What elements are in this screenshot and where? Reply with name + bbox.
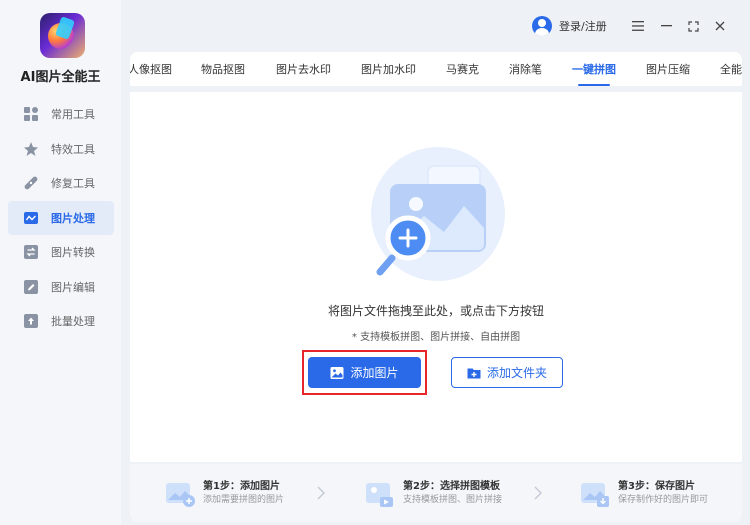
step-title: 第2步：选择拼图模板 <box>403 481 500 492</box>
step-desc: 添加需要拼图的图片 <box>203 495 285 505</box>
sidebar-item-label: 常用工具 <box>51 108 95 122</box>
sidebar: AI图片全能王 常用工具 特效工具 修复工具 图片处理 图片转换 图片编辑 批量… <box>0 0 121 525</box>
add-image-step-icon <box>165 480 195 508</box>
maximize-icon[interactable] <box>685 18 701 34</box>
sidebar-item-image-edit[interactable]: 图片编辑 <box>8 270 114 305</box>
image-wave-icon <box>24 211 38 225</box>
edit-icon <box>24 279 38 294</box>
grid-icon <box>24 107 38 122</box>
add-image-label: 添加图片 <box>350 366 399 380</box>
tab-remove-watermark[interactable]: 图片去水印 <box>276 61 331 77</box>
tab-one-click-collage[interactable]: 一键拼图 <box>572 61 616 86</box>
upload-area[interactable]: 将图片文件拖拽至此处，或点击下方按钮 * 支持模板拼图、图片拼接、自由拼图 添加… <box>130 92 742 462</box>
add-image-button[interactable]: 添加图片 <box>308 357 421 388</box>
convert-icon <box>24 245 38 260</box>
tool-tabs: 人像抠图 物品抠图 图片去水印 图片加水印 马赛克 消除笔 一键拼图 图片压缩 … <box>130 52 742 86</box>
tab-all-in-one[interactable]: 全能 <box>720 61 742 77</box>
tab-add-watermark[interactable]: 图片加水印 <box>361 61 416 77</box>
sidebar-item-batch-processing[interactable]: 批量处理 <box>8 304 114 339</box>
app-title: AI图片全能王 <box>20 70 101 85</box>
close-icon[interactable] <box>712 18 728 34</box>
step-2: 第2步：选择拼图模板 支持模板拼图、图片拼接 <box>365 480 502 508</box>
avatar <box>532 16 552 36</box>
sidebar-item-image-convert[interactable]: 图片转换 <box>8 235 114 270</box>
save-image-step-icon <box>580 480 610 508</box>
add-image-illustration <box>368 144 508 284</box>
sidebar-nav: 常用工具 特效工具 修复工具 图片处理 图片转换 图片编辑 批量处理 <box>8 97 114 339</box>
sidebar-item-label: 特效工具 <box>51 142 95 156</box>
sidebar-item-label: 图片转换 <box>51 246 95 260</box>
tab-portrait-cutout[interactable]: 人像抠图 <box>130 61 172 77</box>
chevron-right-icon <box>533 486 543 500</box>
tab-eraser-pen[interactable]: 消除笔 <box>509 61 542 77</box>
step-title: 第1步：添加图片 <box>203 481 280 492</box>
image-icon <box>330 366 344 380</box>
login-label: 登录/注册 <box>559 20 607 33</box>
menu-icon[interactable] <box>630 18 646 34</box>
drop-hint: 将图片文件拖拽至此处，或点击下方按钮 <box>327 304 544 318</box>
steps-bar: 第1步：添加图片 添加需要拼图的图片 第2步：选择拼图模板 支持模板拼图、图片拼… <box>130 464 742 522</box>
tab-image-compress[interactable]: 图片压缩 <box>646 61 690 77</box>
tab-object-cutout[interactable]: 物品抠图 <box>201 61 245 77</box>
template-step-icon <box>365 480 395 508</box>
sidebar-item-label: 图片处理 <box>51 211 95 225</box>
sidebar-item-label: 图片编辑 <box>51 280 95 294</box>
main-panel: 登录/注册 人像抠图 物品抠图 图片去水印 图片加水印 马赛克 消除笔 一键拼图… <box>130 8 742 525</box>
add-folder-label: 添加文件夹 <box>486 366 547 380</box>
sidebar-item-repair-tools[interactable]: 修复工具 <box>8 166 114 201</box>
upload-icon <box>24 314 38 329</box>
step-3: 第3步：保存图片 保存制作好的图片即可 <box>580 480 708 508</box>
step-desc: 支持模板拼图、图片拼接 <box>403 495 503 505</box>
step-1: 第1步：添加图片 添加需要拼图的图片 <box>165 480 284 508</box>
login-button[interactable]: 登录/注册 <box>532 16 607 36</box>
sidebar-item-common-tools[interactable]: 常用工具 <box>8 97 114 132</box>
step-title: 第3步：保存图片 <box>618 481 695 492</box>
sidebar-item-effects-tools[interactable]: 特效工具 <box>8 132 114 167</box>
folder-add-icon <box>467 366 481 380</box>
chevron-right-icon <box>316 486 326 500</box>
bandage-icon <box>24 176 38 190</box>
star-icon <box>24 141 38 156</box>
app-logo <box>40 13 85 58</box>
tab-mosaic[interactable]: 马赛克 <box>446 61 479 77</box>
drop-sub-hint: * 支持模板拼图、图片拼接、自由拼图 <box>351 332 521 343</box>
sidebar-item-label: 批量处理 <box>51 315 95 329</box>
minimize-icon[interactable] <box>658 18 674 34</box>
sidebar-item-label: 修复工具 <box>51 177 95 191</box>
title-bar: 登录/注册 <box>130 8 742 46</box>
step-desc: 保存制作好的图片即可 <box>618 495 709 505</box>
add-folder-button[interactable]: 添加文件夹 <box>451 357 563 388</box>
sidebar-item-image-processing[interactable]: 图片处理 <box>8 200 114 235</box>
